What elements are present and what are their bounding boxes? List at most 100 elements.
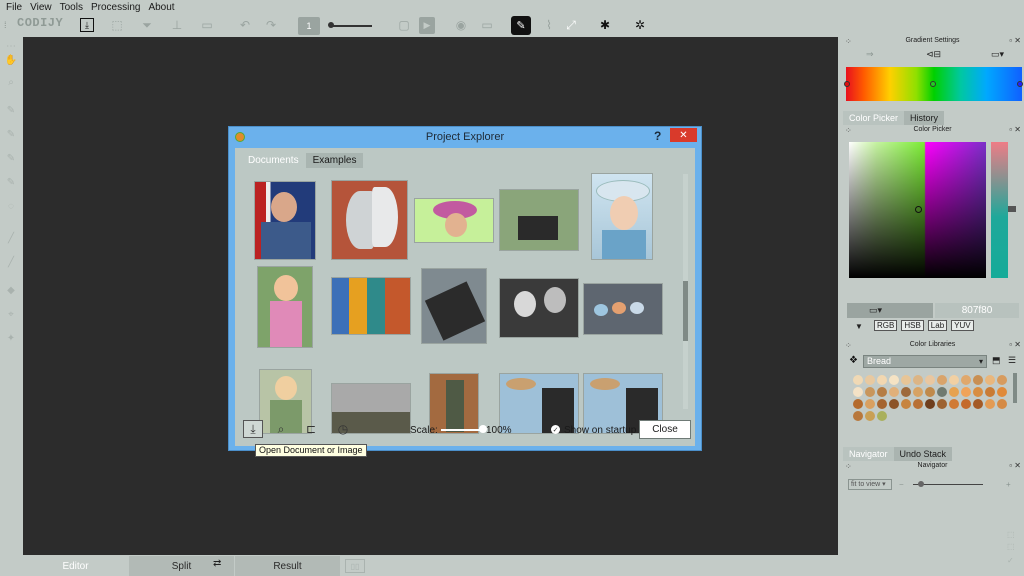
- zoom-in-icon[interactable]: +: [1006, 480, 1011, 489]
- stamp-icon[interactable]: ⊥: [168, 16, 186, 34]
- panel-controls[interactable]: ▫ ✕: [1009, 340, 1021, 349]
- doc-dropdown-icon[interactable]: ▭▾: [991, 49, 1004, 60]
- tab-navigator[interactable]: Navigator: [843, 447, 894, 461]
- mode-yuv[interactable]: YUV: [951, 320, 974, 331]
- compare-icon[interactable]: ▯▯: [345, 559, 365, 573]
- open-document-icon[interactable]: ⤓: [243, 420, 263, 438]
- print-icon[interactable]: ▭: [198, 16, 216, 34]
- color-swatch[interactable]: [877, 399, 887, 409]
- fullscreen-icon[interactable]: ⤢: [562, 16, 580, 34]
- mode-rgb[interactable]: RGB: [874, 320, 898, 331]
- menu-tools[interactable]: Tools: [60, 2, 83, 13]
- color-swatch[interactable]: [925, 375, 935, 385]
- list-icon[interactable]: ☰: [1008, 355, 1016, 366]
- curve-tool-icon[interactable]: ╱: [4, 257, 18, 271]
- color-swatch[interactable]: [985, 399, 995, 409]
- menu-file[interactable]: File: [6, 2, 22, 13]
- color-swatch[interactable]: [853, 387, 863, 397]
- pencil-tool-icon[interactable]: ✎: [4, 105, 18, 119]
- panel-controls[interactable]: ▫ ✕: [1009, 461, 1021, 470]
- color-swatch[interactable]: [973, 387, 983, 397]
- redo-icon[interactable]: ↷: [262, 16, 280, 34]
- thumbnail[interactable]: [583, 283, 663, 335]
- color-swatch[interactable]: [937, 375, 947, 385]
- color-swatch[interactable]: [925, 399, 935, 409]
- color-swatch[interactable]: [889, 387, 899, 397]
- panel-icon-b[interactable]: ⬚: [1007, 542, 1015, 551]
- zoom-out-icon[interactable]: −: [899, 480, 904, 489]
- thumbnail-scrollbar[interactable]: [683, 174, 688, 409]
- arrow-icon[interactable]: ⇒: [866, 49, 874, 60]
- color-swatch[interactable]: [949, 399, 959, 409]
- color-swatch[interactable]: [901, 399, 911, 409]
- tab-result[interactable]: Result: [235, 556, 340, 576]
- thumbnail[interactable]: [499, 189, 579, 251]
- menu-processing[interactable]: Processing: [91, 2, 140, 13]
- show-on-startup-checkbox[interactable]: ✓: [551, 425, 560, 434]
- open-document-icon[interactable]: ⤓: [80, 18, 94, 32]
- mode-lab[interactable]: Lab: [927, 320, 948, 331]
- color-swatch[interactable]: [877, 375, 887, 385]
- bug-icon[interactable]: ✲: [631, 16, 649, 34]
- gradient-tool-icon[interactable]: ⊲⊟: [926, 49, 941, 60]
- color-swatch[interactable]: [973, 399, 983, 409]
- recent-history-icon[interactable]: ◷: [333, 420, 353, 438]
- swap-icon[interactable]: ⇄: [213, 558, 221, 569]
- color-field-cursor[interactable]: [915, 206, 922, 213]
- close-button[interactable]: Close: [639, 420, 691, 439]
- thumbnail[interactable]: [414, 198, 494, 243]
- star-icon[interactable]: ✱: [596, 16, 614, 34]
- marker-tool-icon[interactable]: ✎: [4, 177, 18, 191]
- brush-tool-icon[interactable]: ✎: [4, 129, 18, 143]
- tab-history[interactable]: History: [904, 111, 945, 125]
- pen-tool-button[interactable]: ✎: [511, 16, 531, 35]
- hue-slider[interactable]: [991, 142, 1008, 278]
- color-swatch[interactable]: [937, 399, 947, 409]
- color-swatch[interactable]: [949, 375, 959, 385]
- thumbnail[interactable]: [331, 180, 408, 260]
- line-tool-icon[interactable]: ╱: [4, 233, 18, 247]
- color-swatch[interactable]: [985, 375, 995, 385]
- pick-tool-icon[interactable]: ⌖: [4, 309, 18, 323]
- color-swatch[interactable]: [913, 387, 923, 397]
- tab-color-picker[interactable]: Color Picker: [843, 111, 905, 125]
- zoom-select[interactable]: fit to view ▾: [848, 479, 892, 490]
- dialog-close-button[interactable]: ✕: [670, 128, 697, 142]
- color-swatch[interactable]: [877, 411, 887, 421]
- zoom-slider-handle[interactable]: [918, 481, 924, 487]
- scale-slider[interactable]: [441, 429, 481, 431]
- hex-value-field[interactable]: 807f80: [935, 303, 1019, 318]
- hue-slider-handle[interactable]: [1008, 206, 1016, 212]
- color-swatch[interactable]: [949, 387, 959, 397]
- arrow-down-icon[interactable]: ▼: [855, 322, 863, 331]
- tab-documents[interactable]: Documents: [241, 153, 306, 168]
- color-swatch[interactable]: [973, 375, 983, 385]
- browse-search-icon[interactable]: ⌕: [271, 420, 291, 438]
- funnel-icon[interactable]: ⏷: [138, 16, 156, 34]
- color-swatch[interactable]: [937, 387, 947, 397]
- hand-tool-icon[interactable]: ✋: [4, 55, 18, 69]
- color-swatch[interactable]: [865, 411, 875, 421]
- project-tree-icon[interactable]: ⊏: [301, 420, 321, 438]
- panel-icon-c[interactable]: ✓: [1007, 556, 1014, 565]
- dropper-icon[interactable]: ⌇: [540, 16, 558, 34]
- panel-controls[interactable]: ▫ ✕: [1009, 125, 1021, 134]
- color-swatch[interactable]: [961, 387, 971, 397]
- eye-icon[interactable]: ◉: [452, 16, 470, 34]
- gradient-stop-green[interactable]: [930, 81, 936, 87]
- color-swatch[interactable]: [913, 399, 923, 409]
- brush-size-slider[interactable]: [328, 22, 372, 28]
- color-swatch[interactable]: [961, 375, 971, 385]
- pen-tool-icon[interactable]: ✎: [4, 153, 18, 167]
- color-swatch[interactable]: [901, 387, 911, 397]
- lasso-tool-icon[interactable]: ◌: [4, 201, 18, 215]
- panel-controls[interactable]: ▫ ✕: [1009, 36, 1021, 45]
- color-swatch[interactable]: [853, 411, 863, 421]
- panel-icon-a[interactable]: ⬚: [1007, 530, 1015, 539]
- color-swatch-dropdown[interactable]: ▭▾: [847, 303, 933, 318]
- color-swatch[interactable]: [997, 375, 1007, 385]
- palette-icon[interactable]: ❖: [849, 355, 858, 366]
- color-swatch[interactable]: [913, 375, 923, 385]
- import-icon[interactable]: ⬚: [108, 16, 126, 34]
- mode-hsb[interactable]: HSB: [901, 320, 924, 331]
